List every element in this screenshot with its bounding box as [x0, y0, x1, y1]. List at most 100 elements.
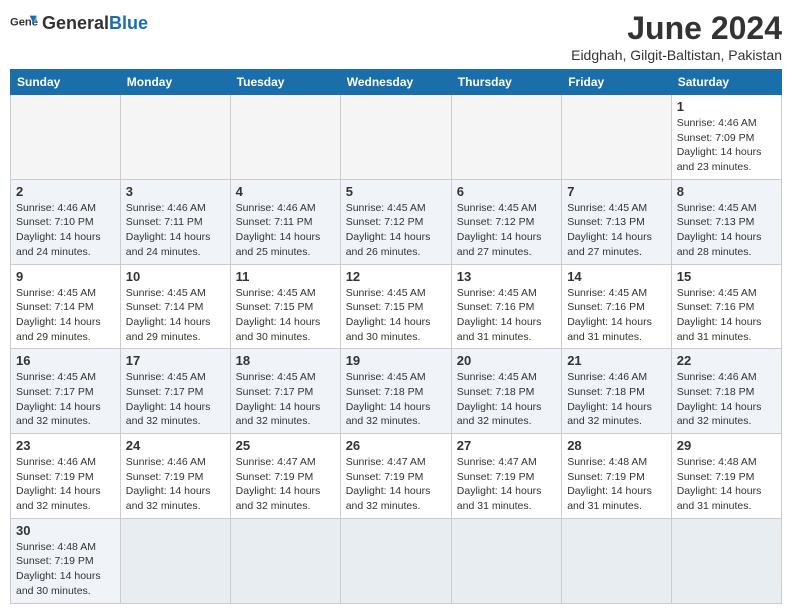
day-info: Sunrise: 4:48 AM Sunset: 7:19 PM Dayligh… [16, 540, 115, 599]
day-number: 28 [567, 438, 666, 453]
day-number: 13 [457, 269, 556, 284]
calendar-cell: 26 Sunrise: 4:47 AM Sunset: 7:19 PM Dayli… [340, 434, 451, 519]
calendar-cell: 25Sunrise: 4:47 AM Sunset: 7:19 PM Dayli… [230, 434, 340, 519]
calendar-cell [562, 95, 672, 180]
day-info: Sunrise: 4:48 AM Sunset: 7:19 PM Dayligh… [677, 455, 776, 514]
day-info: Sunrise: 4:46 AM Sunset: 7:11 PM Dayligh… [236, 201, 335, 260]
calendar-cell: 9 Sunrise: 4:45 AM Sunset: 7:14 PM Daylig… [11, 264, 121, 349]
week-row-6: 30 Sunrise: 4:48 AM Sunset: 7:19 PM Dayli… [11, 518, 782, 603]
week-row-3: 9 Sunrise: 4:45 AM Sunset: 7:14 PM Daylig… [11, 264, 782, 349]
logo-text: GeneralBlue [42, 14, 148, 34]
day-info: Sunrise: 4:45 AM Sunset: 7:18 PM Dayligh… [457, 370, 556, 429]
week-row-5: 23 Sunrise: 4:46 AM Sunset: 7:19 PM Dayli… [11, 434, 782, 519]
calendar-cell: 12 Sunrise: 4:45 AM Sunset: 7:15 PM Dayli… [340, 264, 451, 349]
header-cell-sunday: Sunday [11, 70, 121, 95]
day-info: Sunrise: 4:46 AM Sunset: 7:09 PM Dayligh… [677, 116, 776, 175]
calendar-cell [562, 518, 672, 603]
calendar-cell: 7 Sunrise: 4:45 AM Sunset: 7:13 PM Daylig… [562, 179, 672, 264]
week-row-2: 2Sunrise: 4:46 AM Sunset: 7:10 PM Daylig… [11, 179, 782, 264]
calendar-cell [230, 95, 340, 180]
calendar-cell: 8Sunrise: 4:45 AM Sunset: 7:13 PM Daylig… [671, 179, 781, 264]
header-cell-saturday: Saturday [671, 70, 781, 95]
day-number: 12 [346, 269, 446, 284]
calendar-cell: 10Sunrise: 4:45 AM Sunset: 7:14 PM Dayli… [120, 264, 230, 349]
day-info: Sunrise: 4:45 AM Sunset: 7:13 PM Dayligh… [677, 201, 776, 260]
day-number: 24 [126, 438, 225, 453]
logo-icon: General [10, 10, 38, 38]
calendar-cell: 24Sunrise: 4:46 AM Sunset: 7:19 PM Dayli… [120, 434, 230, 519]
day-number: 22 [677, 353, 776, 368]
day-info: Sunrise: 4:47 AM Sunset: 7:19 PM Dayligh… [346, 455, 446, 514]
calendar-cell [451, 95, 561, 180]
calendar-cell: 3 Sunrise: 4:46 AM Sunset: 7:11 PM Daylig… [120, 179, 230, 264]
day-number: 16 [16, 353, 115, 368]
day-info: Sunrise: 4:45 AM Sunset: 7:12 PM Dayligh… [346, 201, 446, 260]
day-number: 26 [346, 438, 446, 453]
week-row-4: 16 Sunrise: 4:45 AM Sunset: 7:17 PM Dayli… [11, 349, 782, 434]
header-cell-thursday: Thursday [451, 70, 561, 95]
calendar-cell: 16Sunrise: 4:45 AM Sunset: 7:17 PM Dayli… [11, 349, 121, 434]
day-info: Sunrise: 4:45 AM Sunset: 7:16 PM Dayligh… [567, 286, 666, 345]
calendar-cell: 18 Sunrise: 4:45 AM Sunset: 7:17 PM Dayli… [230, 349, 340, 434]
day-number: 5 [346, 184, 446, 199]
calendar-cell: 30 Sunrise: 4:48 AM Sunset: 7:19 PM Dayli… [11, 518, 121, 603]
day-number: 15 [677, 269, 776, 284]
calendar-cell: 14Sunrise: 4:45 AM Sunset: 7:16 PM Dayli… [562, 264, 672, 349]
calendar-cell: 17Sunrise: 4:45 AM Sunset: 7:17 PM Dayli… [120, 349, 230, 434]
day-info: Sunrise: 4:45 AM Sunset: 7:13 PM Dayligh… [567, 201, 666, 260]
day-info: Sunrise: 4:45 AM Sunset: 7:15 PM Dayligh… [346, 286, 446, 345]
day-number: 2 [16, 184, 115, 199]
calendar-cell [340, 95, 451, 180]
week-row-1: 1Sunrise: 4:46 AM Sunset: 7:09 PM Daylig… [11, 95, 782, 180]
calendar-cell: 2Sunrise: 4:46 AM Sunset: 7:10 PM Daylig… [11, 179, 121, 264]
day-number: 18 [236, 353, 335, 368]
day-number: 23 [16, 438, 115, 453]
day-number: 7 [567, 184, 666, 199]
day-number: 30 [16, 523, 115, 538]
day-number: 6 [457, 184, 556, 199]
day-info: Sunrise: 4:45 AM Sunset: 7:18 PM Dayligh… [346, 370, 446, 429]
header: General GeneralBlue June 2024 Eidghah, G… [10, 10, 782, 63]
day-info: Sunrise: 4:45 AM Sunset: 7:16 PM Dayligh… [457, 286, 556, 345]
calendar-cell: 5 Sunrise: 4:45 AM Sunset: 7:12 PM Daylig… [340, 179, 451, 264]
day-number: 4 [236, 184, 335, 199]
calendar-cell: 13 Sunrise: 4:45 AM Sunset: 7:16 PM Dayli… [451, 264, 561, 349]
day-info: Sunrise: 4:46 AM Sunset: 7:19 PM Dayligh… [16, 455, 115, 514]
header-cell-tuesday: Tuesday [230, 70, 340, 95]
day-number: 21 [567, 353, 666, 368]
calendar-cell: 1Sunrise: 4:46 AM Sunset: 7:09 PM Daylig… [671, 95, 781, 180]
day-info: Sunrise: 4:45 AM Sunset: 7:14 PM Dayligh… [16, 286, 115, 345]
header-cell-monday: Monday [120, 70, 230, 95]
day-info: Sunrise: 4:47 AM Sunset: 7:19 PM Dayligh… [457, 455, 556, 514]
day-info: Sunrise: 4:46 AM Sunset: 7:18 PM Dayligh… [567, 370, 666, 429]
day-number: 19 [346, 353, 446, 368]
day-info: Sunrise: 4:45 AM Sunset: 7:17 PM Dayligh… [236, 370, 335, 429]
day-number: 9 [16, 269, 115, 284]
day-info: Sunrise: 4:45 AM Sunset: 7:12 PM Dayligh… [457, 201, 556, 260]
calendar-cell: 27Sunrise: 4:47 AM Sunset: 7:19 PM Dayli… [451, 434, 561, 519]
header-cell-friday: Friday [562, 70, 672, 95]
calendar-cell: 19 Sunrise: 4:45 AM Sunset: 7:18 PM Dayli… [340, 349, 451, 434]
calendar-cell: 29 Sunrise: 4:48 AM Sunset: 7:19 PM Dayli… [671, 434, 781, 519]
calendar-cell: 6 Sunrise: 4:45 AM Sunset: 7:12 PM Daylig… [451, 179, 561, 264]
calendar-cell [340, 518, 451, 603]
day-number: 29 [677, 438, 776, 453]
calendar-cell: 22Sunrise: 4:46 AM Sunset: 7:18 PM Dayli… [671, 349, 781, 434]
day-number: 3 [126, 184, 225, 199]
day-info: Sunrise: 4:46 AM Sunset: 7:11 PM Dayligh… [126, 201, 225, 260]
calendar-title: June 2024 [571, 10, 782, 47]
calendar-cell: 11Sunrise: 4:45 AM Sunset: 7:15 PM Dayli… [230, 264, 340, 349]
day-number: 10 [126, 269, 225, 284]
day-info: Sunrise: 4:48 AM Sunset: 7:19 PM Dayligh… [567, 455, 666, 514]
header-cell-wednesday: Wednesday [340, 70, 451, 95]
day-info: Sunrise: 4:45 AM Sunset: 7:17 PM Dayligh… [126, 370, 225, 429]
logo: General GeneralBlue [10, 10, 148, 38]
day-info: Sunrise: 4:45 AM Sunset: 7:16 PM Dayligh… [677, 286, 776, 345]
calendar-cell: 15 Sunrise: 4:45 AM Sunset: 7:16 PM Dayli… [671, 264, 781, 349]
calendar-table: SundayMondayTuesdayWednesdayThursdayFrid… [10, 69, 782, 604]
header-row: SundayMondayTuesdayWednesdayThursdayFrid… [11, 70, 782, 95]
calendar-cell: 21 Sunrise: 4:46 AM Sunset: 7:18 PM Dayli… [562, 349, 672, 434]
day-number: 25 [236, 438, 335, 453]
calendar-cell [120, 95, 230, 180]
calendar-subtitle: Eidghah, Gilgit-Baltistan, Pakistan [571, 47, 782, 63]
